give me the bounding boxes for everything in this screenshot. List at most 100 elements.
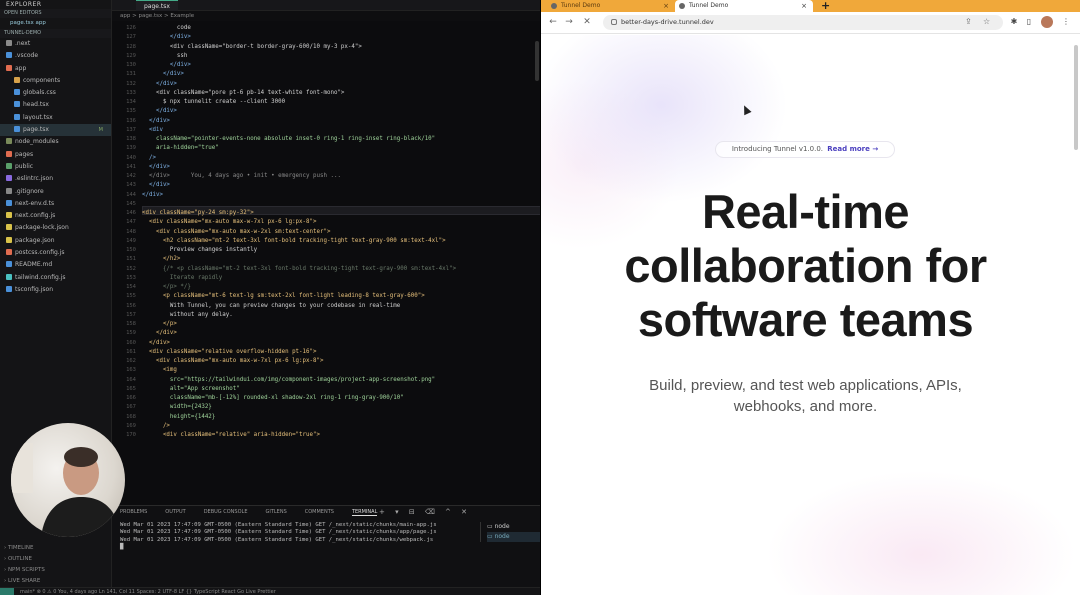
code-line[interactable]: <div (142, 127, 163, 133)
panel-tab-gitlens[interactable]: GITLENS (265, 509, 286, 515)
file-tree-item[interactable]: README.md (0, 259, 111, 271)
code-line[interactable]: <div className="mx-auto max-w-7xl px-6 l… (142, 358, 324, 364)
code-line[interactable]: <div className="py-24 sm:py-32"> (142, 210, 254, 216)
code-line[interactable]: aria-hidden="true" (142, 145, 219, 151)
code-line[interactable]: className="pointer-events-none absolute … (142, 136, 435, 142)
terminal-tools[interactable]: + ▾ ⊟ ⌫ ^ ✕ (379, 508, 471, 516)
file-tree-item[interactable]: next-env.d.ts (0, 198, 111, 210)
share-icon[interactable]: ⇪ (965, 17, 972, 26)
panel-tab-terminal[interactable]: TERMINAL (351, 509, 378, 516)
code-line[interactable]: </div> (142, 340, 170, 346)
new-tab-button[interactable]: + (821, 0, 830, 12)
code-line[interactable]: code (142, 25, 191, 31)
code-line[interactable]: With Tunnel, you can preview changes to … (142, 303, 400, 309)
code-line[interactable]: </p> (142, 321, 177, 327)
code-line[interactable]: <p className="mt-6 text-lg sm:text-2xl f… (142, 293, 425, 299)
code-line[interactable]: </div> (142, 192, 163, 198)
code-line[interactable]: </p> */} (142, 284, 191, 290)
file-tree-item[interactable]: public (0, 161, 111, 173)
browser-tab-1[interactable]: Tunnel Demo × (547, 0, 675, 12)
panel-tab-comments[interactable]: COMMENTS (305, 509, 334, 515)
breadcrumb[interactable]: app > page.tsx > Example (112, 11, 541, 21)
code-line[interactable]: </div> You, 4 days ago • init • emergenc… (142, 173, 341, 179)
file-tree-item[interactable]: .eslintrc.json (0, 173, 111, 185)
sidebar-section-npm-scripts[interactable]: › NPM SCRIPTS (0, 565, 111, 576)
editor-scrollbar[interactable] (535, 41, 539, 81)
code-line[interactable]: <img (142, 367, 177, 373)
remote-indicator[interactable] (0, 588, 14, 595)
code-line[interactable]: <div className="relative" aria-hidden="t… (142, 432, 320, 438)
code-line[interactable]: ssh (142, 53, 187, 59)
code-line[interactable]: className="mb-[-12%] rounded-xl shadow-2… (142, 395, 404, 401)
panel-tab-problems[interactable]: PROBLEMS (120, 509, 147, 515)
back-icon[interactable]: ← (547, 16, 559, 28)
code-line[interactable]: alt="App screenshot" (142, 386, 240, 392)
menu-icon[interactable]: ⋮ (1061, 17, 1071, 27)
close-icon[interactable]: × (663, 0, 669, 12)
code-line[interactable]: src="https://tailwindui.com/img/componen… (142, 377, 435, 383)
code-line[interactable]: <div className="mx-auto max-w-7xl px-6 l… (142, 219, 317, 225)
read-more-link[interactable]: Read more → (827, 145, 878, 153)
address-bar[interactable]: better-days-drive.tunnel.dev ⇪ ☆ (603, 15, 1003, 30)
code-line[interactable]: <div className="border-t border-gray-600… (142, 44, 362, 50)
file-tree-item[interactable]: globals.css (0, 87, 111, 99)
close-icon[interactable]: × (801, 0, 807, 12)
file-tree-item[interactable]: components (0, 75, 111, 87)
stop-icon[interactable]: ✕ (581, 16, 593, 28)
code-line[interactable]: /> (142, 423, 170, 429)
code-line[interactable]: <div className="relative overflow-hidden… (142, 349, 317, 355)
code-line[interactable]: </div> (142, 118, 170, 124)
panel-tab-output[interactable]: OUTPUT (165, 509, 185, 515)
code-line[interactable]: </div> (142, 182, 170, 188)
file-tree-item[interactable]: .gitignore (0, 186, 111, 198)
file-tree-item[interactable]: node_modules (0, 136, 111, 148)
code-line[interactable]: Iterate rapidly (142, 275, 222, 281)
file-tree-item[interactable]: next.config.js (0, 210, 111, 222)
open-editor-item[interactable]: page.tsx app (0, 18, 111, 29)
code-line[interactable]: height={1442} (142, 414, 215, 420)
panel-tab-debug-console[interactable]: DEBUG CONSOLE (204, 509, 248, 515)
code-line[interactable]: <div className="pore pt-6 pb-14 text-whi… (142, 90, 344, 96)
code-line[interactable]: {/* <p className="mt-2 text-3xl font-bol… (142, 266, 456, 272)
terminal-instance[interactable]: ▭ node (487, 532, 540, 542)
code-line[interactable]: </div> (142, 81, 177, 87)
sidebar-section-timeline[interactable]: › TIMELINE (0, 543, 111, 554)
code-line[interactable]: <div className="mx-auto max-w-2xl sm:tex… (142, 229, 331, 235)
tab-page-tsx[interactable]: page.tsx (136, 0, 178, 11)
file-tree-item[interactable]: pages (0, 149, 111, 161)
sidebar-icon[interactable]: ▯ (1024, 17, 1034, 27)
sidebar-section-live-share[interactable]: › LIVE SHARE (0, 576, 111, 587)
code-line[interactable]: $ npx tunnelit create --client 3000 (142, 99, 285, 105)
sidebar-section-outline[interactable]: › OUTLINE (0, 554, 111, 565)
terminal-instance[interactable]: ▭ node (487, 522, 540, 532)
file-tree-item[interactable]: app (0, 63, 111, 75)
page-scrollbar[interactable] (1074, 45, 1078, 150)
code-line[interactable]: </div> (142, 330, 177, 336)
code-line[interactable]: </div> (142, 71, 184, 77)
code-line[interactable]: </div> (142, 108, 177, 114)
file-tree-item[interactable]: head.tsx (0, 99, 111, 111)
code-line[interactable]: </h2> (142, 256, 180, 262)
code-line[interactable]: </div> (142, 62, 191, 68)
file-tree-item[interactable]: package.json (0, 235, 111, 247)
code-line[interactable]: </div> (142, 34, 191, 40)
code-editor[interactable]: 126 127 128 129 130 131 132 133 134 135 136 137 138 1… (112, 21, 541, 505)
file-tree-item[interactable]: layout.tsx (0, 112, 111, 124)
code-line[interactable]: <h2 className="mt-2 text-3xl font-bold t… (142, 238, 446, 244)
open-editors-section[interactable]: OPEN EDITORS (0, 9, 111, 18)
file-tree-item[interactable]: postcss.config.js (0, 247, 111, 259)
forward-icon[interactable]: → (563, 16, 575, 28)
file-tree-item[interactable]: package-lock.json (0, 222, 111, 234)
project-section[interactable]: TUNNEL-DEMO (0, 29, 111, 38)
file-tree-item[interactable]: tailwind.config.js (0, 272, 111, 284)
bookmark-star-icon[interactable]: ☆ (983, 17, 990, 26)
file-tree-item[interactable]: tsconfig.json (0, 284, 111, 296)
url-text[interactable]: better-days-drive.tunnel.dev (621, 15, 714, 30)
file-tree-item[interactable]: .vscode (0, 50, 111, 62)
file-tree-item[interactable]: page.tsx M (0, 124, 111, 137)
profile-avatar[interactable] (1041, 16, 1053, 28)
terminal-output[interactable]: Wed Mar 01 2023 17:47:09 GMT-0500 (Easte… (120, 522, 475, 552)
extensions-icon[interactable]: ✱ (1009, 17, 1019, 27)
code-line[interactable]: without any delay. (142, 312, 233, 318)
code-line[interactable]: </div> (142, 164, 170, 170)
